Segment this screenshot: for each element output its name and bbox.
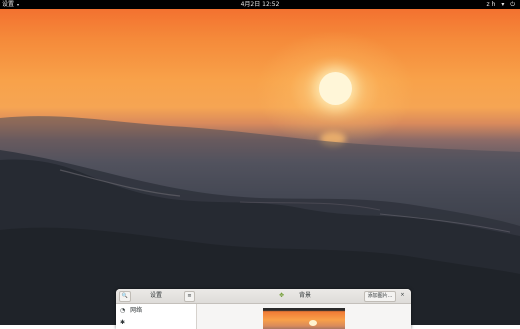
close-button[interactable]: × bbox=[398, 291, 407, 300]
header-bar: 🔍 设置 ≡ ✥ 背景 添加图片... × bbox=[116, 289, 411, 304]
hamburger-icon: ≡ bbox=[187, 293, 192, 299]
search-icon: 🔍 bbox=[121, 293, 129, 299]
background-preview[interactable] bbox=[263, 308, 345, 329]
status-menu[interactable]: zh ▾ ⏻ bbox=[486, 0, 517, 9]
close-icon: × bbox=[400, 292, 405, 298]
sidebar-item-label: 网络 bbox=[130, 307, 143, 314]
settings-window: 🔍 设置 ≡ ✥ 背景 添加图片... × ◔ 网络 ✱ bbox=[116, 289, 411, 329]
top-bar: 设置 ▾ 4月2日 12:52 zh ▾ ⏻ bbox=[0, 0, 520, 9]
sidebar-item-network[interactable]: ◔ 网络 bbox=[120, 306, 142, 316]
search-button[interactable]: 🔍 bbox=[119, 291, 131, 302]
sidebar: ◔ 网络 ✱ bbox=[116, 304, 197, 329]
wifi-icon: ◔ bbox=[120, 307, 126, 314]
clock[interactable]: 4月2日 12:52 bbox=[0, 0, 520, 9]
desktop-wallpaper bbox=[0, 0, 520, 325]
panel-title: 背景 bbox=[299, 292, 312, 299]
sidebar-title: 设置 bbox=[150, 292, 163, 299]
panel-icon: ✥ bbox=[279, 292, 285, 299]
preview-sun bbox=[309, 320, 317, 326]
waves bbox=[0, 116, 520, 325]
sidebar-item-bluetooth[interactable]: ✱ bbox=[120, 318, 128, 328]
menu-button[interactable]: ≡ bbox=[184, 291, 195, 302]
add-picture-button[interactable]: 添加图片... bbox=[364, 291, 396, 302]
background-panel bbox=[197, 304, 411, 329]
